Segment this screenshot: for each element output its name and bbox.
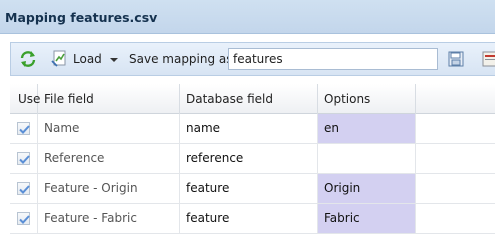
refresh-icon[interactable] [19,43,39,75]
window-title-bar: Mapping features.csv [0,0,495,34]
grid-header: Use File field Database field Options [10,84,495,114]
window-title: Mapping features.csv [5,10,158,25]
export-icon[interactable] [481,43,495,75]
file-field-cell[interactable]: Name [38,114,180,143]
use-checkbox[interactable] [17,182,30,195]
option-cell[interactable]: en [318,114,416,143]
option-cell[interactable]: Fabric [318,204,416,233]
save-icon[interactable] [447,43,467,75]
use-cell [10,174,38,203]
filler-cell [416,174,495,203]
file-field-cell[interactable]: Feature - Fabric [38,204,180,233]
column-header-filler [416,84,495,114]
toolbar: Load Save mapping as [10,42,495,76]
use-checkbox[interactable] [17,122,30,135]
chevron-down-icon[interactable] [109,58,118,62]
option-cell[interactable]: Origin [318,174,416,203]
database-field-cell[interactable]: feature [180,204,318,233]
load-label: Load [73,52,102,66]
load-button[interactable]: Load [51,43,121,75]
use-cell [10,114,38,143]
option-cell[interactable] [318,144,416,173]
table-row: Feature - Origin feature Origin [10,174,495,204]
use-cell [10,144,38,173]
table-row: Feature - Fabric feature Fabric [10,204,495,234]
column-header-file-field[interactable]: File field [38,84,180,114]
filler-cell [416,144,495,173]
mapping-name-input[interactable] [228,48,438,70]
table-row: Reference reference [10,144,495,174]
table-row: Name name en [10,114,495,144]
file-field-cell[interactable]: Feature - Origin [38,174,180,203]
filler-cell [416,204,495,233]
column-header-database-field[interactable]: Database field [180,84,318,114]
database-field-cell[interactable]: reference [180,144,318,173]
use-checkbox[interactable] [17,152,30,165]
column-header-use[interactable]: Use [10,84,40,114]
database-field-cell[interactable]: feature [180,174,318,203]
load-icon [51,49,69,70]
save-mapping-label: Save mapping as [129,52,233,66]
use-cell [10,204,38,233]
database-field-cell[interactable]: name [180,114,318,143]
column-header-options[interactable]: Options [318,84,416,114]
use-checkbox[interactable] [17,212,30,225]
filler-cell [416,114,495,143]
file-field-cell[interactable]: Reference [38,144,180,173]
panel-gap [0,34,495,42]
